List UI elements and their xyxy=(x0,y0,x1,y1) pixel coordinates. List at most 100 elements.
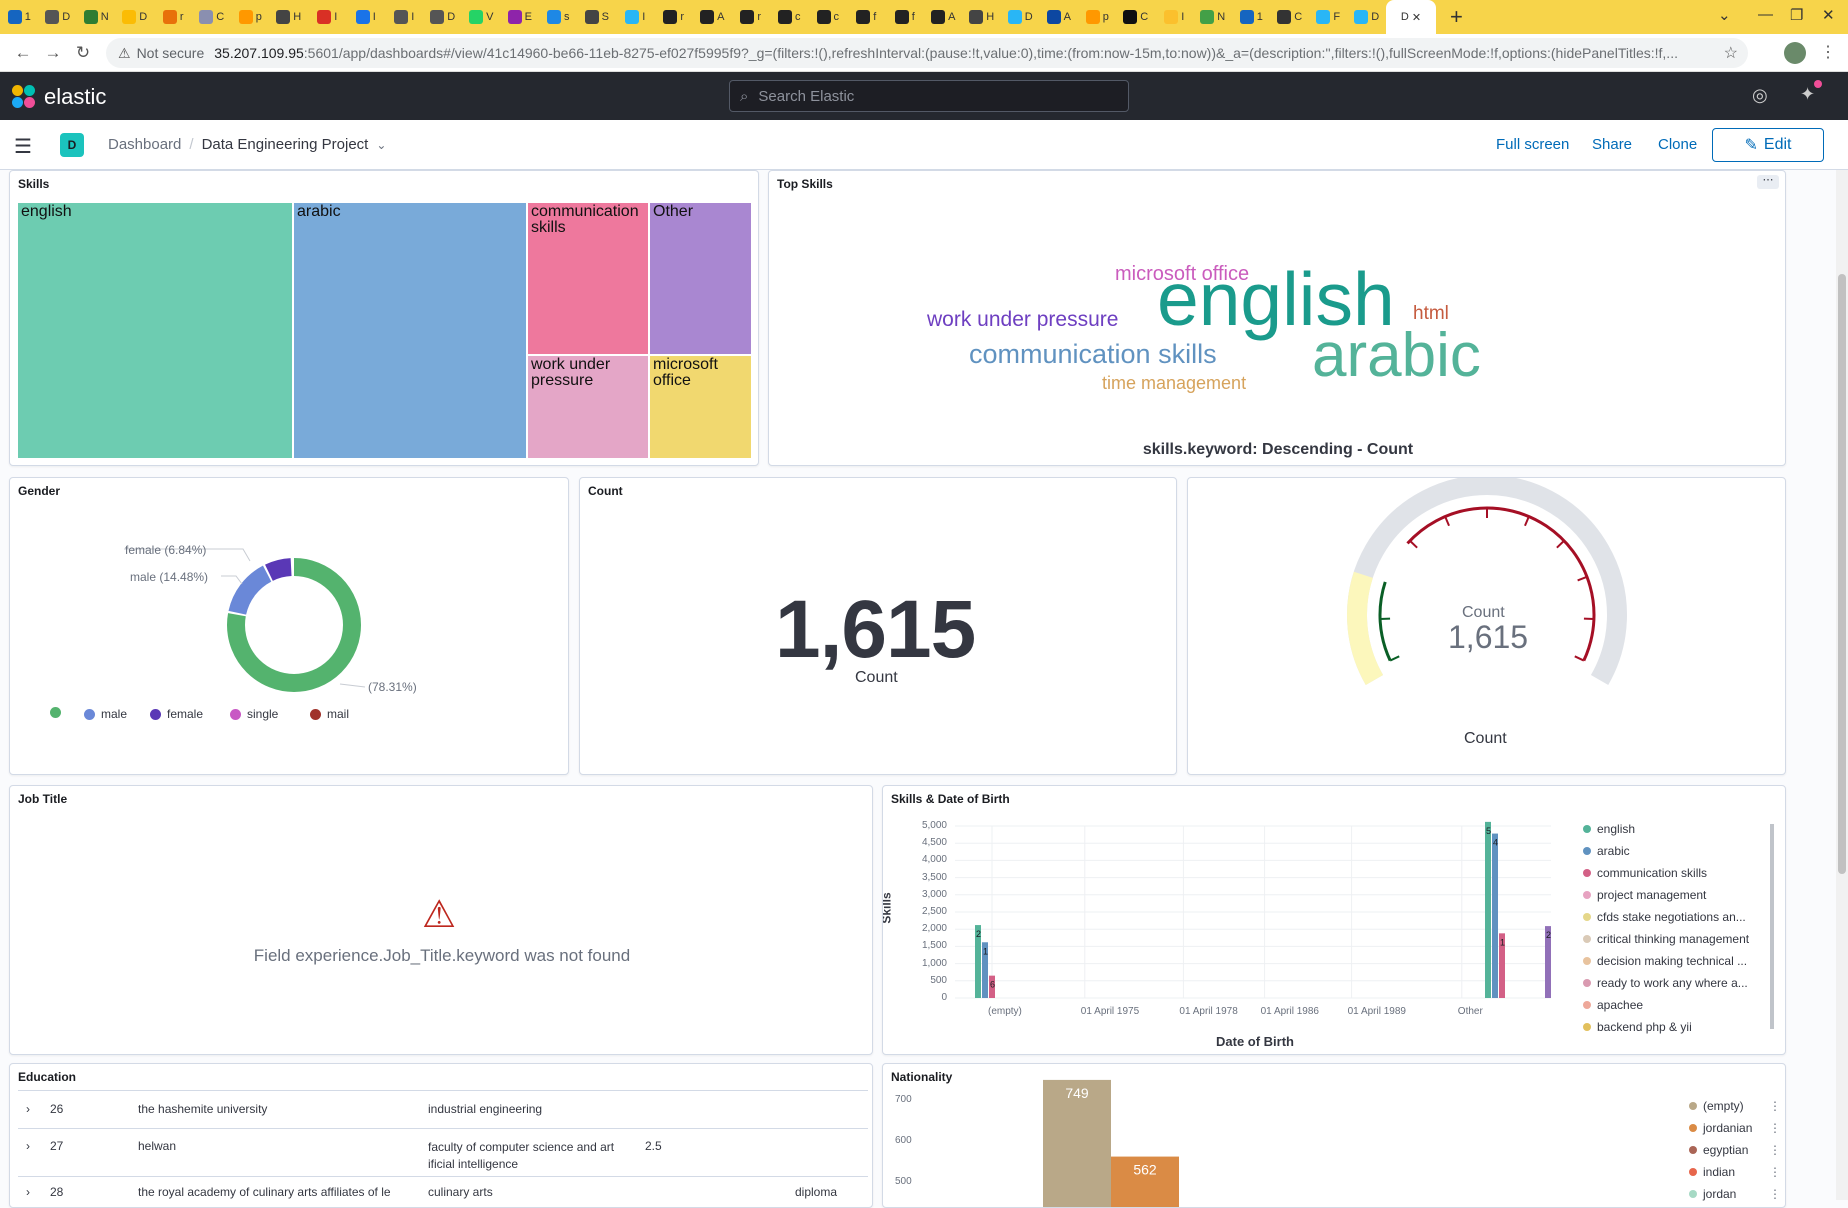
legend-item[interactable]: critical thinking management xyxy=(1583,932,1749,946)
close-window-icon[interactable]: ✕ xyxy=(1822,6,1835,24)
browser-tab[interactable]: f xyxy=(847,0,886,34)
legend-item[interactable]: cfds stake negotiations an... xyxy=(1583,910,1746,924)
browser-tab[interactable]: C xyxy=(1117,0,1156,34)
edit-button[interactable]: ✎ Edit xyxy=(1712,128,1824,162)
word-html[interactable]: html xyxy=(1413,304,1449,323)
treemap-cell-work-under-pressure[interactable]: work under pressure xyxy=(527,355,649,459)
treemap-cell-arabic[interactable]: arabic xyxy=(293,202,527,459)
browser-tab[interactable]: C xyxy=(193,0,232,34)
chevron-down-icon[interactable]: ⌄ xyxy=(376,138,386,152)
browser-tab[interactable]: D xyxy=(39,0,78,34)
legend-item[interactable]: single xyxy=(230,707,278,721)
clone-link[interactable]: Clone xyxy=(1658,136,1697,153)
treemap-cell-english[interactable]: english xyxy=(17,202,293,459)
browser-tab[interactable]: F xyxy=(1309,0,1348,34)
browser-tab[interactable]: D xyxy=(1001,0,1040,34)
security-warning-icon[interactable]: ⚠ xyxy=(118,45,131,62)
legend-item[interactable] xyxy=(50,707,67,718)
legend-item[interactable]: male xyxy=(84,707,127,721)
browser-tab[interactable]: D xyxy=(424,0,463,34)
newsfeed-icon[interactable]: ✦ xyxy=(1800,84,1815,105)
table-row[interactable]: › 26 the hashemite university industrial… xyxy=(18,1090,868,1128)
browser-tab[interactable]: r xyxy=(154,0,193,34)
treemap-cell-communication-skills[interactable]: communication skills xyxy=(527,202,649,355)
close-tab-icon[interactable]: ✕ xyxy=(1412,11,1421,24)
legend-item[interactable]: arabic xyxy=(1583,844,1630,858)
browser-tab[interactable]: f xyxy=(886,0,925,34)
legend-item[interactable]: jordanian⋮ xyxy=(1689,1121,1752,1135)
url-field[interactable]: ⚠ Not secure 35.207.109.95:5601/app/dash… xyxy=(106,38,1748,68)
global-search-input[interactable]: ⌕ Search Elastic xyxy=(729,80,1129,112)
browser-tab[interactable]: A xyxy=(693,0,732,34)
expand-row-icon[interactable]: › xyxy=(26,1185,30,1199)
browser-tab[interactable]: A xyxy=(1040,0,1079,34)
browser-tab[interactable]: 1 xyxy=(1232,0,1271,34)
expand-row-icon[interactable]: › xyxy=(26,1102,30,1116)
legend-scrollbar[interactable] xyxy=(1770,824,1774,1029)
breadcrumb-current[interactable]: Data Engineering Project xyxy=(202,136,369,153)
share-link[interactable]: Share xyxy=(1592,136,1632,153)
word-work-under-pressure[interactable]: work under pressure xyxy=(927,309,1118,330)
forward-icon[interactable]: → xyxy=(38,43,68,63)
legend-item[interactable]: apachee xyxy=(1583,998,1643,1012)
bar-english[interactable] xyxy=(1485,822,1491,998)
browser-tab[interactable]: p xyxy=(1078,0,1117,34)
bookmark-star-icon[interactable]: ☆ xyxy=(1724,43,1738,63)
treemap-cell-microsoft-office[interactable]: microsoft office xyxy=(649,355,752,459)
new-tab-icon[interactable]: + xyxy=(1450,4,1463,30)
legend-options-icon[interactable]: ⋮ xyxy=(1769,1143,1781,1157)
browser-tab[interactable]: S xyxy=(578,0,617,34)
expand-row-icon[interactable]: › xyxy=(26,1139,30,1153)
legend-item[interactable]: mail xyxy=(310,707,349,721)
legend-options-icon[interactable]: ⋮ xyxy=(1769,1121,1781,1135)
word-microsoft-office[interactable]: microsoft office xyxy=(1115,264,1249,284)
table-row[interactable]: › 27 helwan faculty of computer science … xyxy=(18,1128,868,1176)
legend-item[interactable]: jordan⋮ xyxy=(1689,1187,1736,1201)
browser-tab[interactable]: A xyxy=(924,0,963,34)
legend-options-icon[interactable]: ⋮ xyxy=(1769,1187,1781,1201)
word-arabic[interactable]: arabic xyxy=(1312,325,1481,387)
browser-tab[interactable]: r xyxy=(655,0,694,34)
profile-avatar[interactable] xyxy=(1784,42,1806,64)
browser-tab[interactable]: I xyxy=(308,0,347,34)
browser-tab[interactable]: c xyxy=(770,0,809,34)
page-scrollbar[interactable] xyxy=(1836,170,1848,1200)
legend-item[interactable]: egyptian⋮ xyxy=(1689,1143,1748,1157)
browser-tab[interactable]: C xyxy=(1271,0,1310,34)
browser-tab[interactable]: V xyxy=(462,0,501,34)
space-avatar[interactable]: D xyxy=(60,133,84,157)
panel-options-icon[interactable]: ⋯ xyxy=(1757,175,1779,189)
word-time-management[interactable]: time management xyxy=(1102,374,1246,392)
bar-arabic[interactable] xyxy=(1492,834,1498,998)
legend-item[interactable]: female xyxy=(150,707,203,721)
restore-icon[interactable]: ❐ xyxy=(1790,6,1803,24)
browser-tab[interactable]: s xyxy=(539,0,578,34)
browser-tab[interactable]: N xyxy=(1194,0,1233,34)
table-row[interactable]: › 28 the royal academy of culinary arts … xyxy=(18,1176,868,1206)
browser-tab[interactable]: p xyxy=(231,0,270,34)
tab-search-icon[interactable]: ⌄ xyxy=(1718,6,1731,24)
browser-tab[interactable]: D xyxy=(1348,0,1387,34)
treemap-cell-other[interactable]: Other xyxy=(649,202,752,355)
browser-tab[interactable]: E xyxy=(501,0,540,34)
browser-tab-active[interactable]: D✕ xyxy=(1386,0,1436,34)
back-icon[interactable]: ← xyxy=(8,43,38,63)
browser-tab[interactable]: H xyxy=(963,0,1002,34)
browser-tab[interactable]: c xyxy=(809,0,848,34)
browser-tab[interactable]: N xyxy=(77,0,116,34)
minimize-icon[interactable]: — xyxy=(1758,6,1773,23)
legend-item[interactable]: communication skills xyxy=(1583,866,1707,880)
browser-tab[interactable]: 1 xyxy=(0,0,39,34)
browser-tab[interactable]: I xyxy=(616,0,655,34)
browser-tab[interactable]: D xyxy=(116,0,155,34)
browser-tab[interactable]: I xyxy=(347,0,386,34)
browser-menu-icon[interactable]: ⋮ xyxy=(1820,42,1836,62)
elastic-logo[interactable]: elastic xyxy=(12,84,106,110)
full-screen-link[interactable]: Full screen xyxy=(1496,136,1569,153)
breadcrumb-dashboard-link[interactable]: Dashboard xyxy=(108,136,181,153)
legend-options-icon[interactable]: ⋮ xyxy=(1769,1165,1781,1179)
menu-toggle-icon[interactable]: ☰ xyxy=(14,134,32,159)
legend-options-icon[interactable]: ⋮ xyxy=(1769,1099,1781,1113)
page-scrollbar-thumb[interactable] xyxy=(1838,274,1846,874)
browser-tab[interactable]: I xyxy=(385,0,424,34)
